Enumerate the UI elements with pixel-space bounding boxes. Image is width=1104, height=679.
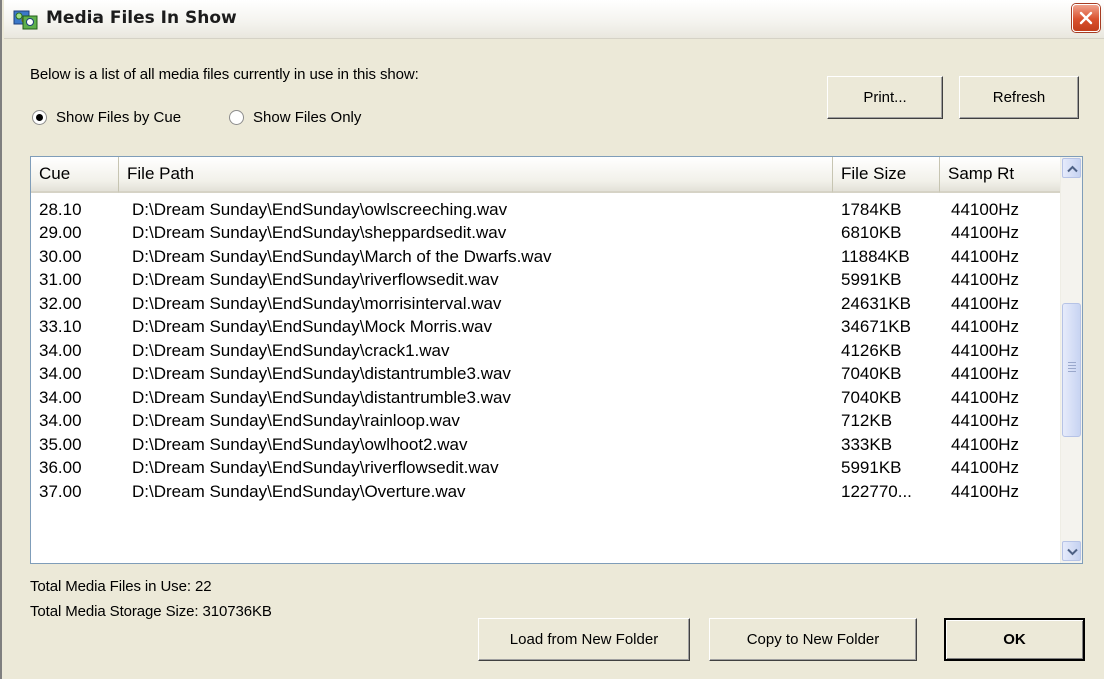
file-path-cell: D:\Dream Sunday\EndSunday\Overture.wav — [132, 481, 466, 501]
radio-button-selected[interactable] — [32, 110, 47, 125]
table-row[interactable]: 30.00 D:\Dream Sunday\EndSunday\March of… — [31, 245, 1061, 269]
sample-rate-cell: 44100Hz — [951, 434, 1020, 454]
sample-rate-cell: 44100Hz — [951, 364, 1020, 384]
table-row[interactable]: 28.10 D:\Dream Sunday\EndSunday\owlscree… — [31, 198, 1061, 222]
table-row[interactable]: 35.00 D:\Dream Sunday\EndSunday\owlhoot2… — [31, 433, 1061, 457]
total-files-text: Total Media Files in Use: 22 — [30, 578, 212, 595]
file-size-cell: 7040KB — [841, 387, 902, 407]
sample-rate-cell: 44100Hz — [951, 387, 1020, 407]
scroll-up-button[interactable] — [1062, 158, 1081, 178]
column-header-file-size[interactable]: File Size — [833, 157, 940, 193]
file-path-cell: D:\Dream Sunday\EndSunday\crack1.wav — [132, 340, 450, 360]
file-path-cell: D:\Dream Sunday\EndSunday\distantrumble3… — [132, 364, 511, 384]
cue-cell: 37.00 — [39, 481, 82, 501]
file-path-cell: D:\Dream Sunday\EndSunday\owlhoot2.wav — [132, 434, 468, 454]
file-size-cell: 4126KB — [841, 340, 902, 360]
table-row[interactable]: 37.00 D:\Dream Sunday\EndSunday\Overture… — [31, 480, 1061, 504]
print-button[interactable]: Print... — [827, 76, 943, 119]
column-header-samp-rt[interactable]: Samp Rt — [940, 157, 1061, 193]
cue-cell: 32.00 — [39, 293, 82, 313]
cue-cell: 29.00 — [39, 223, 82, 243]
file-path-cell: D:\Dream Sunday\EndSunday\owlscreeching.… — [132, 199, 508, 219]
sample-rate-cell: 44100Hz — [951, 270, 1020, 290]
cue-cell: 30.00 — [39, 246, 82, 266]
file-size-cell: 333KB — [841, 434, 893, 454]
cue-cell: 33.10 — [39, 317, 82, 337]
total-storage-text: Total Media Storage Size: 310736KB — [30, 603, 272, 620]
radio-show-files-by-cue[interactable]: Show Files by Cue — [32, 109, 181, 126]
file-size-cell: 1784KB — [841, 199, 902, 219]
radio-label-by-cue: Show Files by Cue — [56, 109, 182, 126]
media-files-icon — [13, 9, 39, 31]
column-header-file-path[interactable]: File Path — [119, 157, 833, 193]
file-size-cell: 5991KB — [841, 270, 902, 290]
column-header-cue[interactable]: Cue — [31, 157, 119, 193]
sample-rate-cell: 44100Hz — [951, 293, 1020, 313]
cue-cell: 34.00 — [39, 411, 82, 431]
sample-rate-cell: 44100Hz — [951, 246, 1020, 266]
file-size-cell: 6810KB — [841, 223, 902, 243]
table-row[interactable]: 34.00 D:\Dream Sunday\EndSunday\distantr… — [31, 386, 1061, 410]
cue-cell: 34.00 — [39, 364, 82, 384]
sample-rate-cell: 44100Hz — [951, 317, 1020, 337]
file-size-cell: 712KB — [841, 411, 893, 431]
file-size-cell: 7040KB — [841, 364, 902, 384]
refresh-button[interactable]: Refresh — [959, 76, 1079, 119]
table-row[interactable]: 33.10 D:\Dream Sunday\EndSunday\Mock Mor… — [31, 316, 1061, 340]
title-bar[interactable]: Media Files In Show — [4, 0, 1104, 39]
media-files-list[interactable]: Cue File Path File Size Samp Rt 28.10 D:… — [30, 156, 1083, 564]
table-row[interactable]: 34.00 D:\Dream Sunday\EndSunday\distantr… — [31, 363, 1061, 387]
cue-cell: 34.00 — [39, 387, 82, 407]
file-path-cell: D:\Dream Sunday\EndSunday\Mock Morris.wa… — [132, 317, 492, 337]
sample-rate-cell: 44100Hz — [951, 199, 1020, 219]
sample-rate-cell: 44100Hz — [951, 223, 1020, 243]
copy-to-new-folder-button[interactable]: Copy to New Folder — [709, 618, 917, 661]
list-rows: 28.10 D:\Dream Sunday\EndSunday\owlscree… — [31, 198, 1061, 504]
file-size-cell: 122770... — [841, 481, 912, 501]
description-text: Below is a list of all media files curre… — [30, 66, 419, 83]
radio-button[interactable] — [229, 110, 244, 125]
file-size-cell: 24631KB — [841, 293, 911, 313]
vertical-scrollbar[interactable] — [1060, 157, 1082, 563]
cue-cell: 31.00 — [39, 270, 82, 290]
window-title: Media Files In Show — [46, 8, 237, 28]
media-files-dialog: Media Files In Show Below is a list of a… — [0, 0, 1104, 679]
close-button[interactable] — [1072, 4, 1100, 32]
cue-cell: 35.00 — [39, 434, 82, 454]
load-from-new-folder-button[interactable]: Load from New Folder — [478, 618, 690, 661]
cue-cell: 28.10 — [39, 199, 82, 219]
scrollbar-grip — [1068, 368, 1076, 369]
cue-cell: 34.00 — [39, 340, 82, 360]
file-path-cell: D:\Dream Sunday\EndSunday\March of the D… — [132, 246, 552, 266]
file-path-cell: D:\Dream Sunday\EndSunday\morrisinterval… — [132, 293, 502, 313]
sample-rate-cell: 44100Hz — [951, 458, 1020, 478]
scrollbar-grip — [1068, 371, 1076, 372]
scrollbar-grip — [1068, 365, 1076, 366]
ok-button[interactable]: OK — [944, 618, 1085, 661]
file-size-cell: 5991KB — [841, 458, 902, 478]
cue-cell: 36.00 — [39, 458, 82, 478]
file-path-cell: D:\Dream Sunday\EndSunday\rainloop.wav — [132, 411, 460, 431]
scrollbar-grip — [1068, 362, 1076, 363]
file-size-cell: 34671KB — [841, 317, 911, 337]
file-size-cell: 11884KB — [841, 246, 910, 266]
file-path-cell: D:\Dream Sunday\EndSunday\distantrumble3… — [132, 387, 511, 407]
file-path-cell: D:\Dream Sunday\EndSunday\sheppardsedit.… — [132, 223, 507, 243]
sample-rate-cell: 44100Hz — [951, 481, 1020, 501]
scrollbar-thumb[interactable] — [1062, 303, 1081, 437]
table-row[interactable]: 36.00 D:\Dream Sunday\EndSunday\riverflo… — [31, 457, 1061, 481]
table-row[interactable]: 34.00 D:\Dream Sunday\EndSunday\crack1.w… — [31, 339, 1061, 363]
list-header: Cue File Path File Size Samp Rt — [31, 157, 1061, 193]
scroll-down-button[interactable] — [1062, 541, 1081, 561]
table-row[interactable]: 32.00 D:\Dream Sunday\EndSunday\morrisin… — [31, 292, 1061, 316]
file-path-cell: D:\Dream Sunday\EndSunday\riverflowsedit… — [132, 270, 499, 290]
file-path-cell: D:\Dream Sunday\EndSunday\riverflowsedit… — [132, 458, 499, 478]
radio-label-files-only: Show Files Only — [253, 109, 362, 126]
table-row[interactable]: 29.00 D:\Dream Sunday\EndSunday\sheppard… — [31, 222, 1061, 246]
table-row[interactable]: 31.00 D:\Dream Sunday\EndSunday\riverflo… — [31, 269, 1061, 293]
sample-rate-cell: 44100Hz — [951, 340, 1020, 360]
sample-rate-cell: 44100Hz — [951, 411, 1020, 431]
table-row[interactable]: 34.00 D:\Dream Sunday\EndSunday\rainloop… — [31, 410, 1061, 434]
radio-show-files-only[interactable]: Show Files Only — [229, 109, 361, 126]
